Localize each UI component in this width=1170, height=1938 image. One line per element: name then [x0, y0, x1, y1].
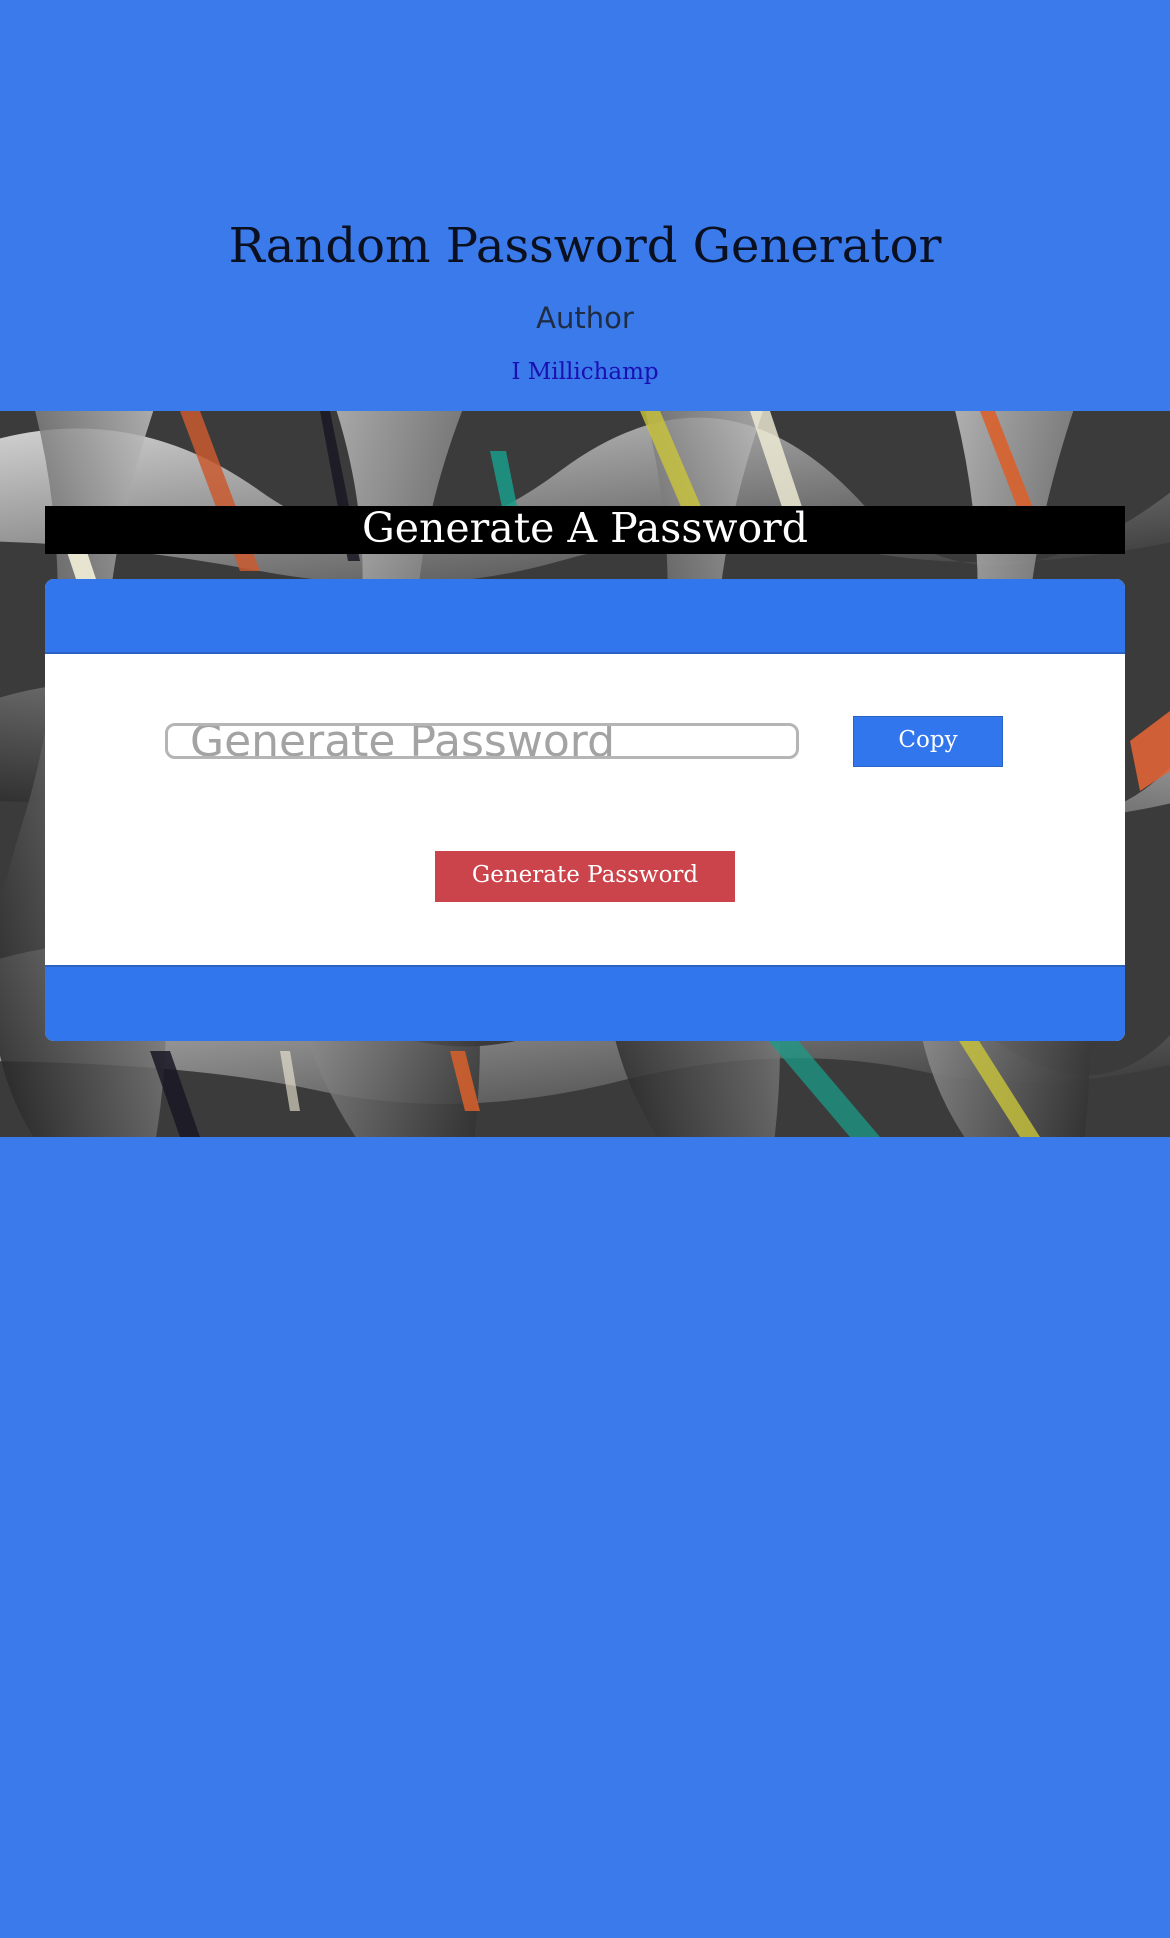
copy-button-label: Copy — [898, 727, 958, 753]
card-footer — [45, 965, 1125, 1041]
copy-button[interactable]: Copy — [853, 716, 1003, 767]
panel-heading: Generate A Password — [45, 506, 1125, 554]
card-header — [45, 579, 1125, 654]
generate-password-button[interactable]: Generate Password — [435, 851, 735, 902]
generate-button-label: Generate Password — [471, 862, 699, 888]
card-body: Copy Generate Password — [45, 654, 1125, 965]
page-header: Random Password Generator Author I Milli… — [0, 0, 1170, 411]
author-link[interactable]: I Millichamp — [0, 357, 1170, 387]
author-label: Author — [536, 301, 634, 335]
page-title: Random Password Generator — [228, 218, 942, 274]
password-input[interactable] — [165, 723, 799, 759]
password-card: Copy Generate Password — [45, 579, 1125, 1041]
